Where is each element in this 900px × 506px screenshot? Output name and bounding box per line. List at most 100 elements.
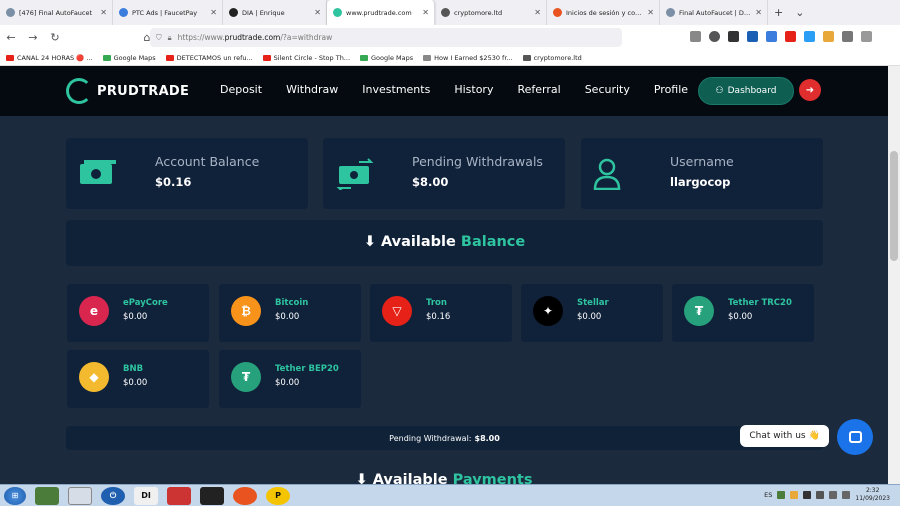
download-icon[interactable] — [690, 31, 701, 42]
camera-app-icon[interactable] — [200, 486, 224, 505]
page-scrollbar[interactable] — [888, 66, 900, 484]
coin-balance: $0.00 — [123, 312, 148, 322]
coin-card[interactable]: ◆ BNB $0.00 — [67, 350, 209, 408]
menu-deposit[interactable]: Deposit — [220, 83, 262, 96]
task-manager-icon[interactable] — [35, 486, 59, 505]
extension-icon[interactable] — [728, 31, 739, 42]
new-tab-button[interactable]: + — [768, 6, 789, 19]
section-title: ⬇ Available Balance — [66, 234, 823, 250]
dia-app-icon[interactable]: DI — [134, 486, 158, 505]
close-tab-icon[interactable]: ✕ — [210, 8, 217, 17]
menu-withdraw[interactable]: Withdraw — [286, 83, 338, 96]
tray-icon[interactable] — [816, 491, 825, 499]
browser-tab[interactable]: cryptomore.ltd ✕ — [435, 0, 547, 25]
browser-tab[interactable]: [476] Final AutoFaucet ✕ — [0, 0, 113, 25]
volume-icon[interactable] — [842, 491, 851, 499]
user-icon: ⚇ — [715, 86, 724, 96]
clock[interactable]: 2:32 11/09/2023 — [855, 487, 890, 503]
bookmarks-bar: CANAL 24 HORAS 🔴 ... Google Maps DETECTAMO… — [0, 50, 900, 66]
bookmark-item[interactable]: cryptomore.ltd — [522, 54, 582, 62]
tray-icon[interactable] — [803, 491, 812, 499]
reload-icon[interactable]: ↻ — [44, 31, 66, 44]
coin-logo-icon: ₿ — [231, 296, 261, 326]
chat-prompt[interactable]: Chat with us 👋 — [740, 425, 829, 447]
favicon-icon — [6, 8, 15, 17]
menu-icon[interactable] — [861, 31, 872, 42]
extension-icon[interactable] — [766, 31, 777, 42]
browser-tab[interactable]: DIA | Enrique ✕ — [223, 0, 327, 25]
bookmark-icon — [360, 54, 369, 61]
bookmark-icon — [262, 54, 271, 61]
bookmark-item[interactable]: CANAL 24 HORAS 🔴 ... — [6, 54, 93, 62]
shield-ext-icon[interactable] — [785, 31, 796, 42]
language-indicator[interactable]: ES — [764, 491, 772, 499]
browser-tab[interactable]: Inicios de sesión y contr ✕ — [547, 0, 660, 25]
coin-card[interactable]: ₮ Tether TRC20 $0.00 — [672, 284, 814, 342]
close-tab-icon[interactable]: ✕ — [314, 8, 321, 17]
extension-icon[interactable] — [823, 31, 834, 42]
app-icon[interactable]: P — [266, 486, 290, 505]
menu-investments[interactable]: Investments — [362, 83, 430, 96]
power-icon[interactable]: ⏻ — [101, 486, 125, 505]
main-menu: Deposit Withdraw Investments History Ref… — [220, 83, 688, 96]
extension-icon[interactable] — [842, 31, 853, 42]
bookmark-item[interactable]: Google Maps — [102, 54, 156, 62]
browser-tab[interactable]: Final AutoFaucet | Dutch ✕ — [660, 0, 768, 25]
bookmark-item[interactable]: Google Maps — [360, 54, 413, 62]
dashboard-button[interactable]: ⚇ Dashboard — [698, 77, 794, 105]
network-icon[interactable] — [829, 491, 838, 499]
browser-tab[interactable]: PTC Ads | FaucetPay ✕ — [113, 0, 223, 25]
menu-referral[interactable]: Referral — [517, 83, 560, 96]
menu-profile[interactable]: Profile — [654, 83, 688, 96]
start-button[interactable]: ⊞ — [4, 486, 26, 505]
close-tab-icon[interactable]: ✕ — [755, 8, 762, 17]
scroll-thumb[interactable] — [890, 151, 898, 261]
coin-balance: $0.16 — [426, 312, 451, 322]
menu-history[interactable]: History — [454, 83, 493, 96]
coin-card[interactable]: ▽ Tron $0.16 — [370, 284, 512, 342]
app-icon[interactable] — [167, 486, 191, 505]
tray-icon[interactable] — [790, 491, 799, 499]
close-tab-icon[interactable]: ✕ — [422, 8, 429, 17]
bookmark-item[interactable]: DETECTAMOS un refu... — [165, 54, 253, 62]
close-tab-icon[interactable]: ✕ — [647, 8, 654, 17]
coin-card[interactable]: ✦ Stellar $0.00 — [521, 284, 663, 342]
coin-card[interactable]: e ePayCore $0.00 — [67, 284, 209, 342]
site-header: PRUDTRADE Deposit Withdraw Investments H… — [0, 66, 888, 116]
coin-card[interactable]: ₮ Tether BEP20 $0.00 — [219, 350, 361, 408]
site-logo[interactable]: PRUDTRADE — [66, 78, 189, 104]
bookmark-label: CANAL 24 HORAS 🔴 ... — [17, 53, 93, 62]
notepad-icon[interactable] — [68, 486, 92, 505]
dashboard-label: Dashboard — [727, 86, 777, 96]
chat-button[interactable] — [837, 419, 873, 455]
clock-time: 2:32 — [865, 487, 880, 494]
back-icon[interactable]: ← — [0, 31, 22, 44]
coin-name: ePayCore — [123, 298, 168, 308]
browser-tab[interactable]: www.prudtrade.com ✕ — [327, 0, 435, 25]
username-card: Username llargocop — [581, 138, 823, 209]
bookmark-item[interactable]: How I Earned $2530 fr... — [423, 54, 513, 62]
coin-name: Tether TRC20 — [728, 298, 792, 308]
menu-security[interactable]: Security — [585, 83, 630, 96]
extension-icon[interactable] — [804, 31, 815, 42]
chat-icon — [848, 431, 862, 443]
tab-list-icon[interactable]: ⌄ — [789, 6, 810, 19]
bookmark-icon — [6, 54, 14, 61]
firefox-icon[interactable] — [233, 486, 257, 505]
close-tab-icon[interactable]: ✕ — [534, 8, 541, 17]
avatar-icon[interactable] — [709, 31, 720, 42]
tab-label: Inicios de sesión y contr — [566, 8, 645, 17]
url-suffix: /?a=withdraw — [280, 33, 333, 42]
favicon-icon — [229, 8, 238, 17]
tab-label: PTC Ads | FaucetPay — [132, 8, 198, 17]
url-bar[interactable]: ⛉ 🔒︎ https://www. prudtrade.com/?a=withdr… — [150, 28, 622, 47]
close-tab-icon[interactable]: ✕ — [100, 8, 107, 17]
coin-card[interactable]: ₿ Bitcoin $0.00 — [219, 284, 361, 342]
extension-icon[interactable] — [747, 31, 758, 42]
lock-icon: 🔒︎ — [167, 32, 172, 42]
forward-icon[interactable]: → — [22, 31, 44, 44]
tray-icon[interactable] — [777, 491, 786, 499]
stat-title: Username — [670, 154, 734, 169]
logout-button[interactable]: ➜ — [799, 79, 821, 101]
bookmark-item[interactable]: Silent Circle - Stop Th... — [262, 54, 350, 62]
